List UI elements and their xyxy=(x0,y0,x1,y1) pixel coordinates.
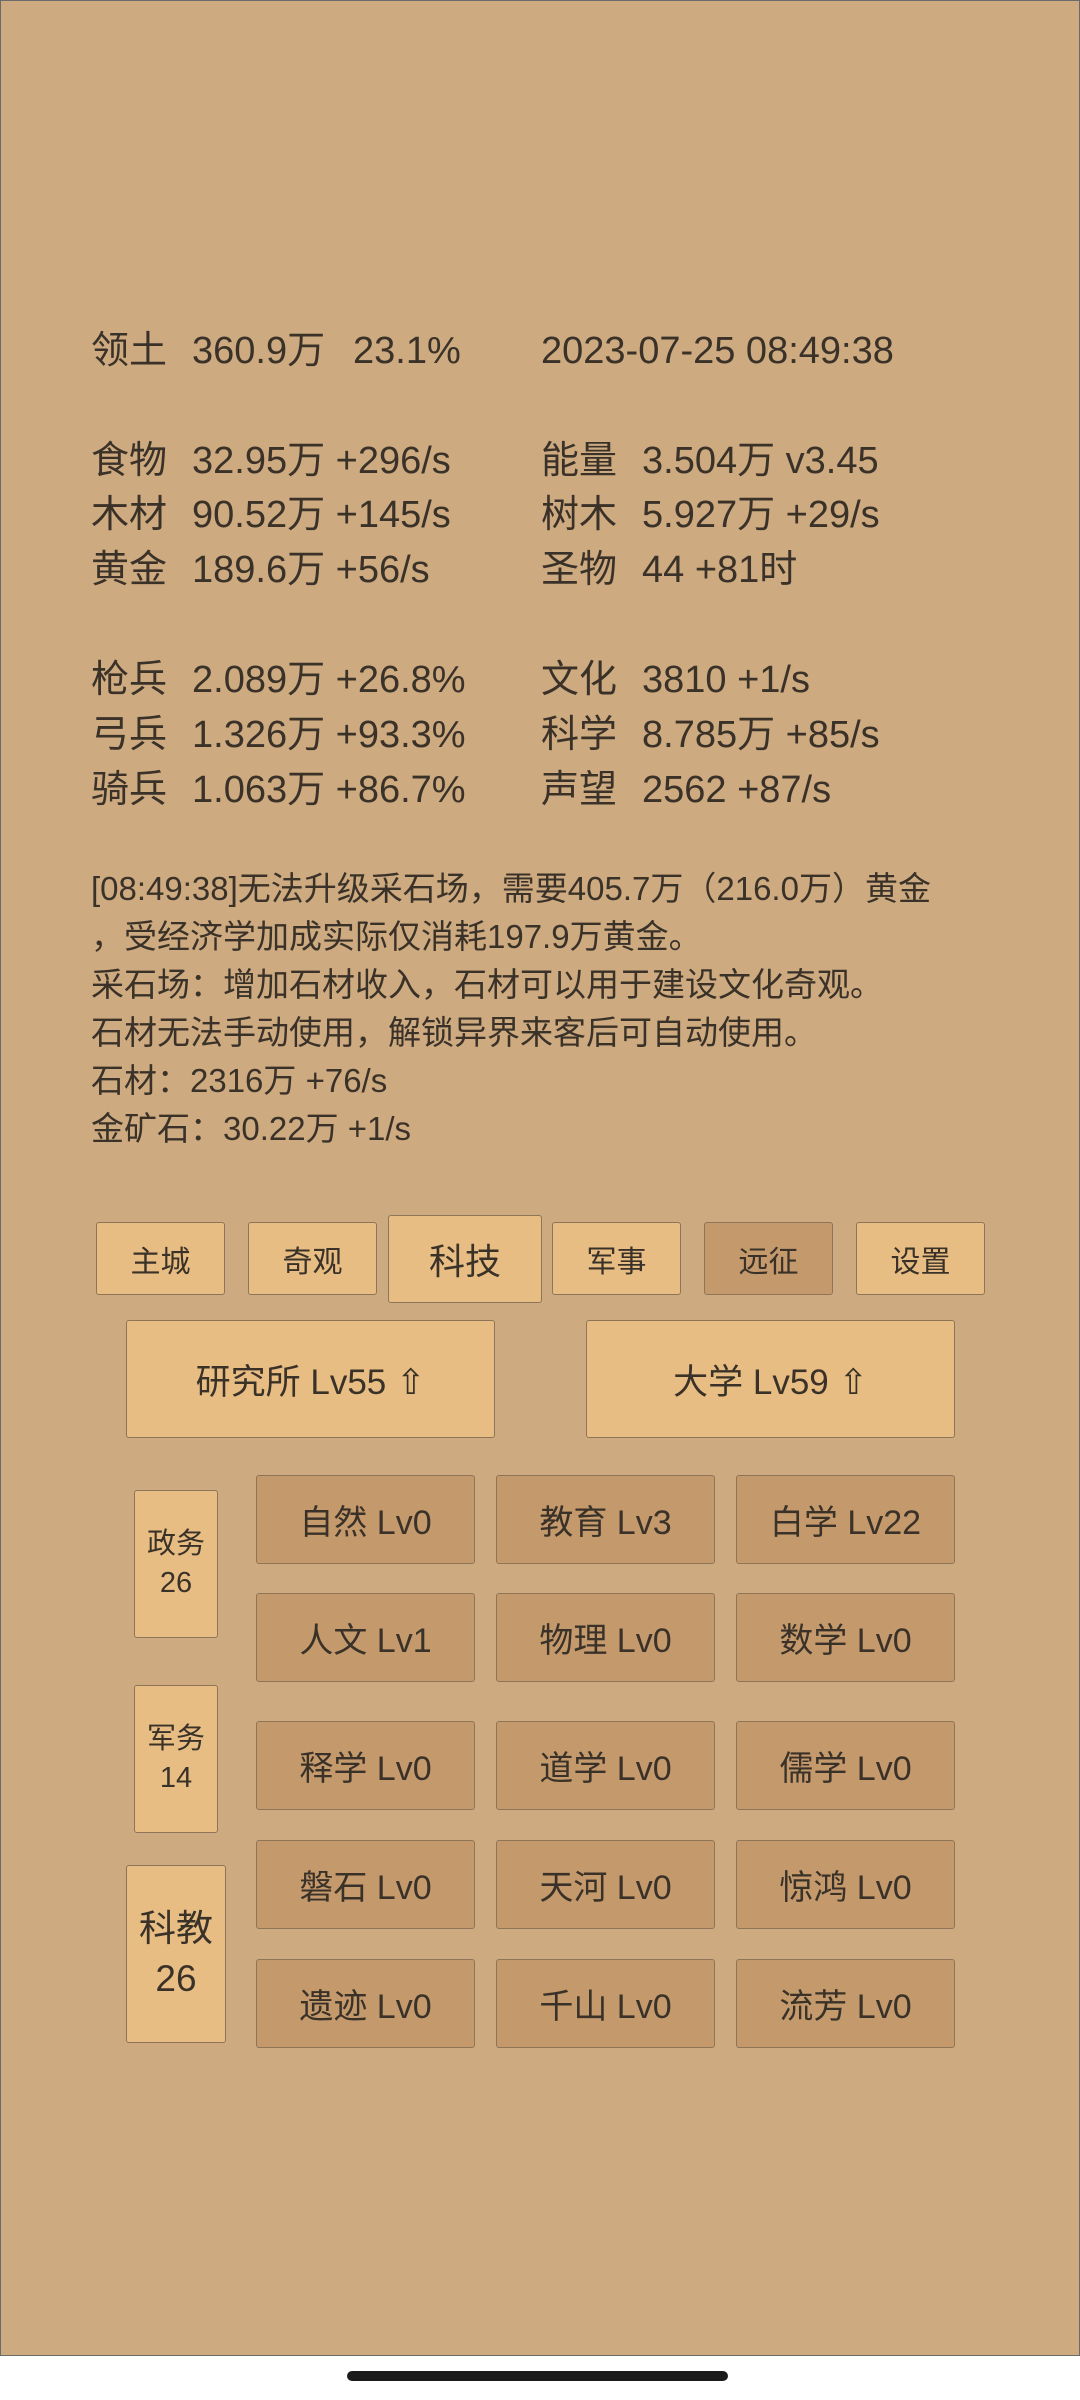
side-tab-count: 26 xyxy=(159,1567,193,1599)
stat-value: 1.063万 +86.7% xyxy=(192,769,466,811)
tech-thousand-mountains[interactable]: 千山 Lv0 xyxy=(496,1959,715,2048)
stat-value: 3810 +1/s xyxy=(642,659,810,701)
territory-percent: 23.1% xyxy=(353,330,461,372)
tab-main-city[interactable]: 主城 xyxy=(96,1222,225,1295)
stat-label: 能量 xyxy=(541,440,618,482)
log-line: 石材无法手动使用，解锁异界来客后可自动使用。 xyxy=(91,1014,817,1051)
stat-label: 声望 xyxy=(541,769,618,811)
log-line: 采石场：增加石材收入，石材可以用于建设文化奇观。 xyxy=(91,966,883,1003)
stat-label: 木材 xyxy=(91,494,168,536)
datetime: 2023-07-25 08:49:38 xyxy=(541,330,894,372)
side-tab-label: 军务 xyxy=(146,1722,205,1755)
stat-label: 枪兵 xyxy=(91,659,168,701)
stat-value: 2562 +87/s xyxy=(642,769,832,811)
tech-mathematics[interactable]: 数学 Lv0 xyxy=(736,1593,955,1682)
side-tab-government[interactable]: 政务 26 xyxy=(134,1490,218,1638)
territory-value: 360.9万 xyxy=(192,330,326,372)
tech-milky-way[interactable]: 天河 Lv0 xyxy=(496,1840,715,1929)
tech-buddhism[interactable]: 释学 Lv0 xyxy=(256,1721,475,1810)
tech-lasting-fame[interactable]: 流芳 Lv0 xyxy=(736,1959,955,2048)
stat-label: 黄金 xyxy=(91,549,168,591)
stat-label: 弓兵 xyxy=(91,714,168,756)
side-tab-label: 政务 xyxy=(146,1527,205,1560)
log-line: [08:49:38]无法升级采石场，需要405.7万（216.0万）黄金 xyxy=(91,870,931,907)
tech-boulder[interactable]: 磐石 Lv0 xyxy=(256,1840,475,1929)
log-line: 金矿石：30.22万 +1/s xyxy=(91,1110,412,1147)
stat-value: 5.927万 +29/s xyxy=(642,494,880,536)
tech-education[interactable]: 教育 Lv3 xyxy=(496,1475,715,1564)
stat-value: 8.785万 +85/s xyxy=(642,714,880,756)
stat-label: 骑兵 xyxy=(91,769,168,811)
tech-humanities[interactable]: 人文 Lv1 xyxy=(256,1593,475,1682)
stat-value: 90.52万 +145/s xyxy=(192,494,451,536)
home-indicator[interactable] xyxy=(347,2371,728,2381)
side-tab-count: 14 xyxy=(159,1762,193,1794)
stat-value: 1.326万 +93.3% xyxy=(192,714,466,756)
log-line: 石材：2316万 +76/s xyxy=(91,1062,388,1099)
side-tab-military-affairs[interactable]: 军务 14 xyxy=(134,1685,218,1833)
tab-wonders[interactable]: 奇观 xyxy=(248,1222,377,1295)
tab-military[interactable]: 军事 xyxy=(552,1222,681,1295)
stat-label: 科学 xyxy=(541,714,618,756)
stat-label: 食物 xyxy=(91,440,168,482)
tab-settings[interactable]: 设置 xyxy=(856,1222,985,1295)
tech-physics[interactable]: 物理 Lv0 xyxy=(496,1593,715,1682)
tech-ruins[interactable]: 遗迹 Lv0 xyxy=(256,1959,475,2048)
stat-value: 3.504万 v3.45 xyxy=(642,440,879,482)
territory-label: 领土 xyxy=(91,330,168,372)
side-tab-label: 科教 xyxy=(139,1908,213,1950)
game-screen: 领土 360.9万 23.1% 2023-07-25 08:49:38 食物 3… xyxy=(0,0,1080,2356)
tech-taoism[interactable]: 道学 Lv0 xyxy=(496,1721,715,1810)
stat-value: 44 +81时 xyxy=(642,549,798,591)
research-institute-button[interactable]: 研究所 Lv55 ⇧ xyxy=(126,1320,495,1438)
stat-value: 32.95万 +296/s xyxy=(192,440,451,482)
tech-bai-studies[interactable]: 白学 Lv22 xyxy=(736,1475,955,1564)
tab-technology[interactable]: 科技 xyxy=(388,1215,542,1303)
tech-confucianism[interactable]: 儒学 Lv0 xyxy=(736,1721,955,1810)
tab-expedition[interactable]: 远征 xyxy=(704,1222,833,1295)
side-tab-science-education[interactable]: 科教 26 xyxy=(126,1865,226,2043)
stat-value: 2.089万 +26.8% xyxy=(192,659,466,701)
university-button[interactable]: 大学 Lv59 ⇧ xyxy=(586,1320,955,1438)
stat-label: 文化 xyxy=(541,659,618,701)
stat-value: 189.6万 +56/s xyxy=(192,549,430,591)
log-line: ，受经济学加成实际仅消耗197.9万黄金。 xyxy=(91,918,702,955)
stat-label: 树木 xyxy=(541,494,618,536)
stat-label: 圣物 xyxy=(541,549,618,591)
tech-startled-swan[interactable]: 惊鸿 Lv0 xyxy=(736,1840,955,1929)
side-tab-count: 26 xyxy=(155,1958,197,1999)
tech-nature[interactable]: 自然 Lv0 xyxy=(256,1475,475,1564)
